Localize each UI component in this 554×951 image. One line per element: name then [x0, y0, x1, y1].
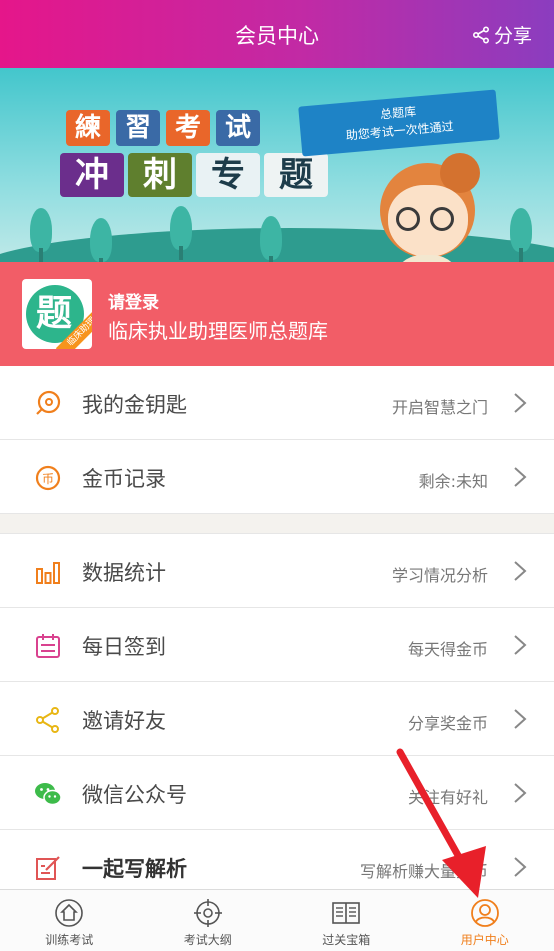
menu-item-label: 微信公众号 [82, 783, 187, 807]
banner-char: 试 [216, 110, 260, 146]
bar-chart-icon [36, 562, 60, 584]
coin-icon: 币 [35, 465, 61, 491]
bottom-tab-bar: 训练考试 考试大纲 过关宝箱 用户中心 [0, 889, 554, 951]
chevron-right-icon [514, 857, 527, 877]
chevron-right-icon [514, 467, 527, 487]
calendar-icon [36, 634, 60, 658]
menu-item-label: 邀请好友 [82, 709, 166, 733]
section-divider [0, 514, 554, 534]
question-bank-name: 临床执业助理医师总题库 [108, 319, 328, 343]
user-icon [470, 899, 499, 927]
question-bank-logo: 题 临床助理 [22, 279, 92, 349]
tab-treasure-box[interactable]: 过关宝箱 [277, 890, 416, 951]
banner-flag: 总题库 助您考试一次性通过 [298, 89, 500, 157]
promo-banner[interactable]: 練 習 考 试 冲 刺 专 题 总题库 助您考试一次性通过 [0, 68, 554, 262]
share-label: 分享 [493, 25, 532, 47]
menu-item-value: 关注有好礼 [407, 788, 488, 807]
banner-char: 習 [116, 110, 160, 146]
menu-item-wechat[interactable]: 微信公众号 关注有好礼 [0, 756, 554, 830]
tab-training-exam[interactable]: 训练考试 [0, 890, 139, 951]
banner-tree [260, 216, 282, 262]
menu-item-label: 每日签到 [82, 635, 166, 659]
wechat-icon [35, 783, 62, 806]
banner-tree [170, 206, 192, 260]
chevron-right-icon [514, 561, 527, 581]
banner-tree [510, 208, 532, 262]
menu-item-value: 每天得金币 [407, 640, 488, 659]
target-icon [193, 899, 222, 927]
banner-char: 专 [196, 153, 260, 197]
banner-char: 刺 [128, 153, 192, 197]
banner-char: 题 [264, 153, 328, 197]
tab-label: 过关宝箱 [322, 933, 371, 947]
chevron-right-icon [514, 783, 527, 803]
banner-char: 練 [66, 110, 110, 146]
menu-item-daily-checkin[interactable]: 每日签到 每天得金币 [0, 608, 554, 682]
tab-label: 考试大纲 [183, 933, 232, 947]
banner-headline-2: 冲 刺 专 题 [60, 153, 328, 197]
menu-item-label: 金币记录 [82, 467, 166, 491]
tab-user-center[interactable]: 用户中心 [416, 890, 554, 951]
login-prompt[interactable]: 请登录 [108, 288, 159, 313]
share-icon [36, 707, 59, 733]
tab-label: 训练考试 [45, 933, 94, 947]
menu-item-label: 数据统计 [82, 561, 166, 585]
menu-item-value: 学习情况分析 [391, 566, 488, 585]
menu-item-label: 一起写解析 [82, 857, 187, 881]
menu-item-label: 我的金钥匙 [82, 393, 187, 417]
menu-item-invite-friends[interactable]: 邀请好友 分享奖金币 [0, 682, 554, 756]
login-card[interactable]: 题 临床助理 请登录 临床执业助理医师总题库 [0, 262, 554, 366]
chevron-right-icon [514, 709, 527, 729]
menu-item-statistics[interactable]: 数据统计 学习情况分析 [0, 534, 554, 608]
home-icon [55, 899, 84, 927]
menu-list: 我的金钥匙 开启智慧之门 币 金币记录 剩余:未知 数据统计 学习情况分析 每日… [0, 366, 554, 904]
menu-item-value: 开启智慧之门 [391, 398, 488, 417]
banner-tree [30, 208, 52, 262]
page-title: 会员中心 [235, 24, 319, 48]
tab-label: 用户中心 [460, 933, 509, 947]
menu-item-value: 剩余:未知 [418, 472, 488, 491]
logo-glyph: 题 [35, 293, 72, 334]
menu-item-golden-key[interactable]: 我的金钥匙 开启智慧之门 [0, 366, 554, 440]
share-button[interactable]: 分享 [472, 21, 532, 48]
edit-icon [36, 856, 60, 880]
menu-item-value: 写解析赚大量金币 [359, 862, 488, 881]
banner-tree [90, 218, 112, 262]
menu-item-coin-record[interactable]: 币 金币记录 剩余:未知 [0, 440, 554, 514]
share-icon [472, 25, 489, 44]
banner-headline-1: 練 習 考 试 [66, 110, 260, 146]
svg-text:币: 币 [42, 472, 54, 486]
chevron-right-icon [514, 635, 527, 655]
banner-illustration [370, 153, 480, 262]
tab-exam-outline[interactable]: 考试大纲 [139, 890, 278, 951]
banner-char: 考 [166, 110, 210, 146]
header-bar: 会员中心 分享 [0, 0, 554, 68]
book-icon [332, 902, 361, 924]
chevron-right-icon [514, 393, 527, 413]
banner-char: 冲 [60, 153, 124, 197]
menu-item-value: 分享奖金币 [407, 714, 488, 733]
key-icon [36, 390, 61, 415]
